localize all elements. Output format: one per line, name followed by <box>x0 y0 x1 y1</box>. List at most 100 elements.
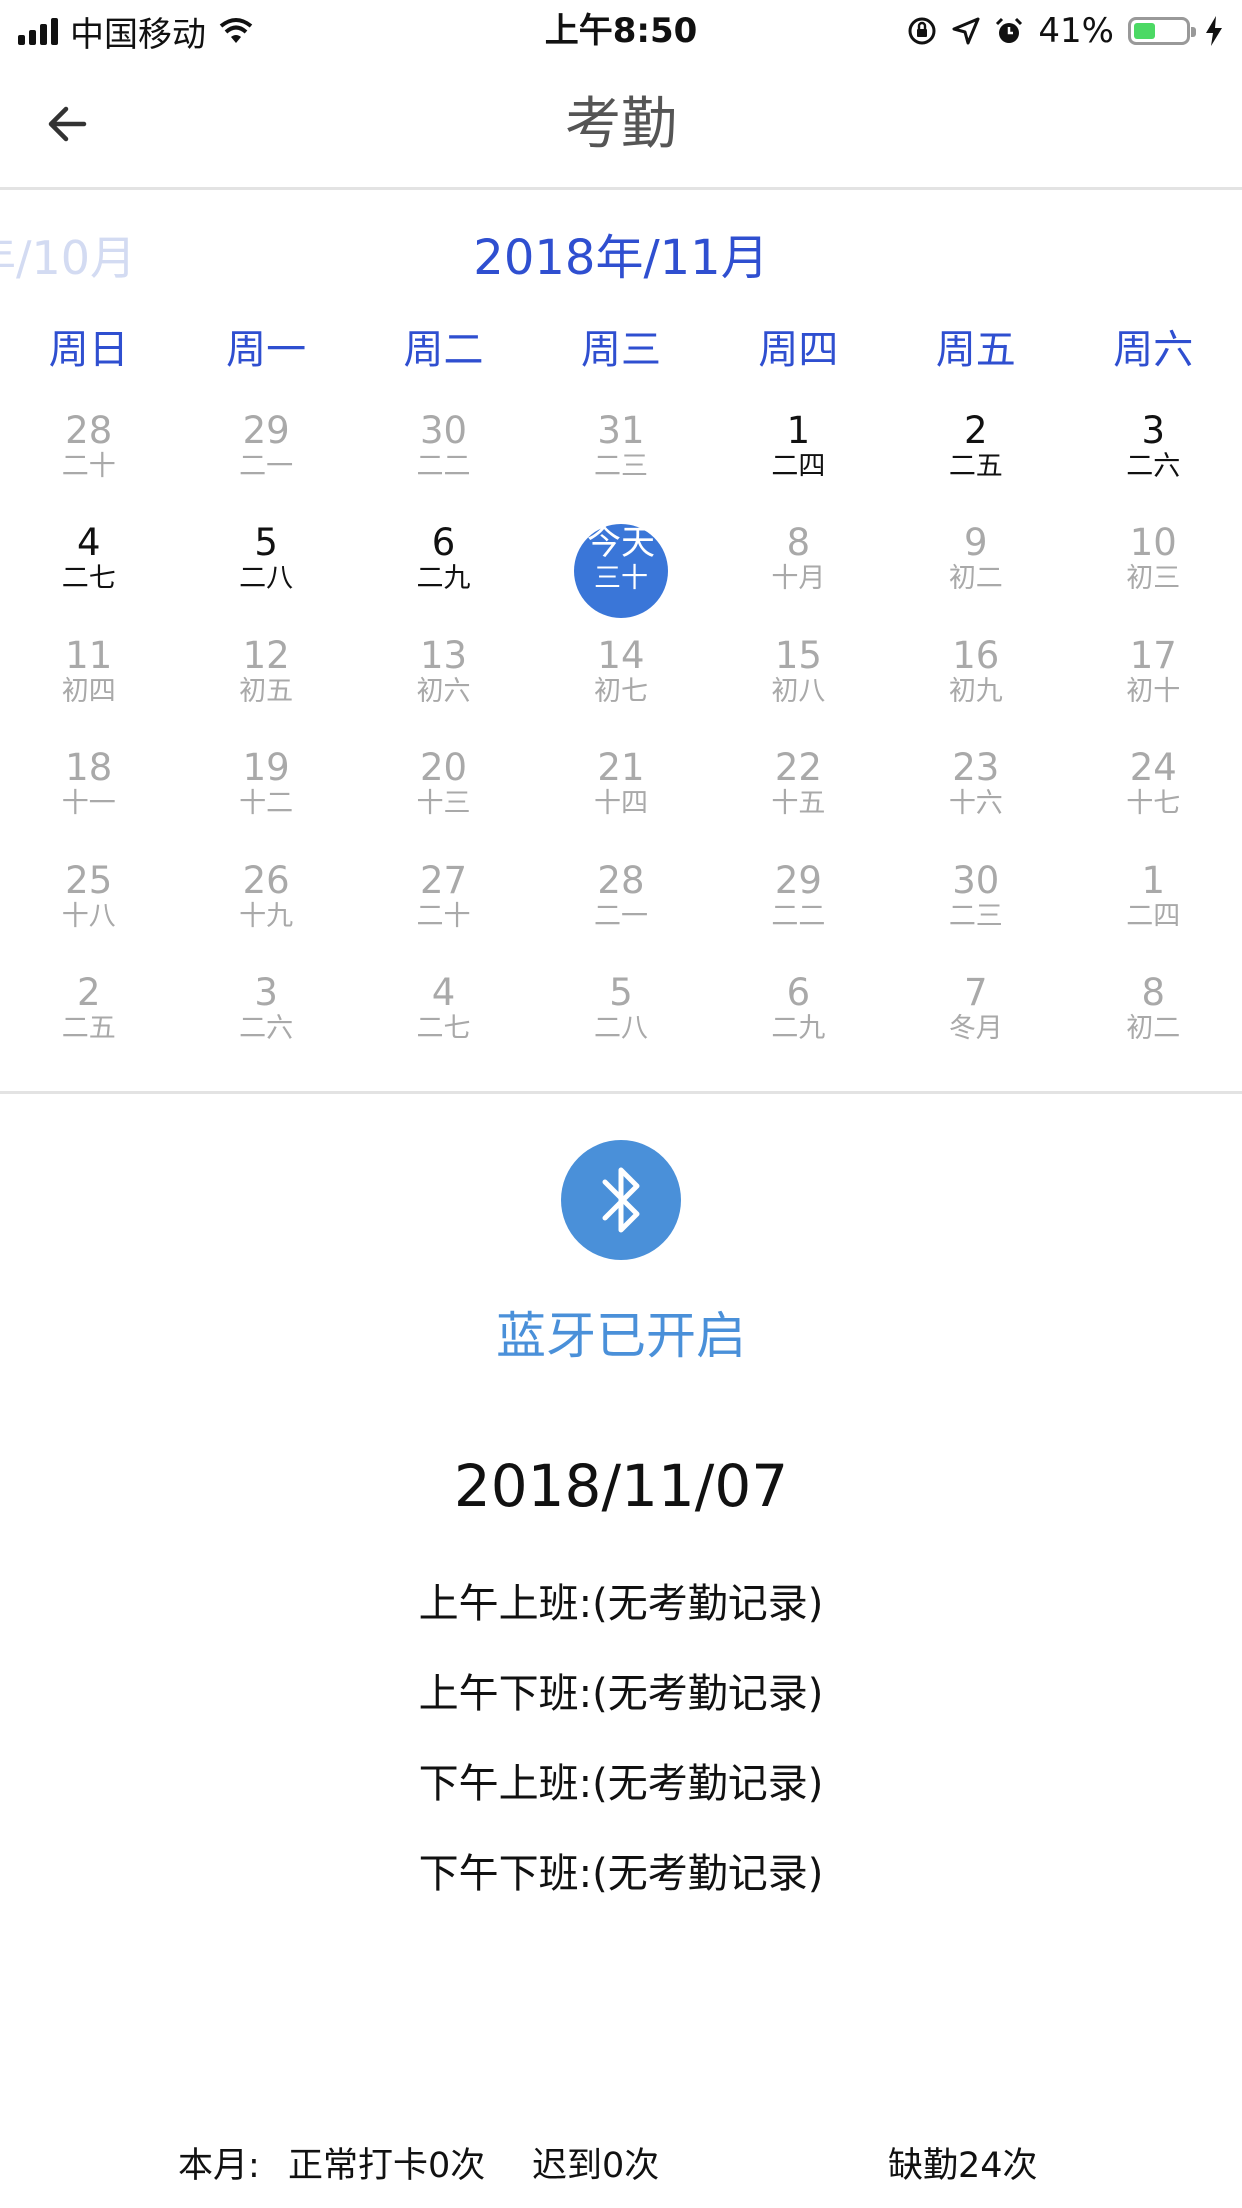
battery-percent: 41% <box>1038 11 1114 51</box>
calendar-day[interactable]: 19 十二 <box>177 737 354 849</box>
calendar-day-today[interactable]: 今天 三十 <box>532 512 709 624</box>
calendar-day[interactable]: 28 二一 <box>532 850 709 962</box>
record-pm-checkin: 下午上班:(无考勤记录) <box>418 1761 824 1807</box>
day-number: 30 <box>952 858 1000 902</box>
calendar-day[interactable]: 8 初二 <box>1065 962 1242 1074</box>
calendar-day[interactable]: 18 十一 <box>0 737 177 849</box>
calendar-day[interactable]: 30 二三 <box>887 850 1064 962</box>
calendar-day[interactable]: 14 初七 <box>532 625 709 737</box>
lunar-date: 十九 <box>239 900 294 932</box>
calendar-day[interactable]: 2 二五 <box>0 962 177 1074</box>
lunar-date: 初四 <box>61 675 116 707</box>
orientation-lock-icon <box>908 17 936 45</box>
calendar-day[interactable]: 5 二八 <box>532 962 709 1074</box>
day-number: 10 <box>1129 521 1177 565</box>
calendar-day[interactable]: 20 十三 <box>355 737 532 849</box>
lunar-date: 二六 <box>1126 451 1181 482</box>
calendar-day[interactable]: 12 初五 <box>177 625 354 737</box>
lunar-date: 二五 <box>948 451 1003 482</box>
lunar-date: 二七 <box>61 563 116 595</box>
calendar-day[interactable]: 22 十五 <box>710 737 887 849</box>
calendar-day[interactable]: 16 初九 <box>887 625 1064 737</box>
day-number: 16 <box>952 633 1000 677</box>
day-number: 5 <box>609 970 633 1014</box>
lunar-date: 初二 <box>948 563 1003 595</box>
calendar-day[interactable]: 3 二六 <box>177 962 354 1074</box>
day-number: 19 <box>242 746 290 790</box>
calendar-day[interactable]: 31 二三 <box>532 400 709 512</box>
day-number: 13 <box>420 633 468 677</box>
day-number: 14 <box>597 633 645 677</box>
divider <box>0 1091 1242 1094</box>
day-number: 5 <box>254 521 278 565</box>
day-number: 23 <box>952 746 1000 790</box>
day-number: 29 <box>242 409 290 452</box>
selected-date: 2018/11/07 <box>453 1452 789 1520</box>
calendar-day[interactable]: 21 十四 <box>532 737 709 849</box>
day-number: 6 <box>786 970 811 1014</box>
day-number: 20 <box>420 746 468 790</box>
lunar-date: 十四 <box>593 788 648 820</box>
day-number: 2 <box>76 970 101 1014</box>
lunar-date: 初五 <box>239 675 294 707</box>
calendar-day[interactable]: 6 二九 <box>710 962 887 1074</box>
calendar-day[interactable]: 17 初十 <box>1065 625 1242 737</box>
summary-label: 本月: <box>178 2146 260 2186</box>
day-number: 8 <box>786 521 811 565</box>
calendar-day[interactable]: 9 初二 <box>887 512 1064 624</box>
calendar-day[interactable]: 26 十九 <box>177 850 354 962</box>
day-number: 9 <box>964 521 988 565</box>
calendar-day[interactable]: 5 二八 <box>177 512 354 624</box>
calendar-day[interactable]: 4 二七 <box>0 512 177 624</box>
lunar-date: 二五 <box>61 1012 116 1044</box>
calendar-day[interactable]: 23 十六 <box>887 737 1064 849</box>
calendar-day[interactable]: 13 初六 <box>355 625 532 737</box>
lunar-date: 二四 <box>1126 900 1181 932</box>
calendar-day[interactable]: 29 二一 <box>177 400 354 512</box>
lunar-date: 三十 <box>593 563 648 595</box>
bluetooth-icon <box>602 1167 640 1233</box>
lunar-date: 十月 <box>771 563 826 595</box>
bluetooth-button[interactable] <box>561 1140 681 1260</box>
calendar-day[interactable]: 25 十八 <box>0 850 177 962</box>
record-pm-checkout: 下午下班:(无考勤记录) <box>418 1851 824 1897</box>
record-am-checkin: 上午上班:(无考勤记录) <box>418 1581 824 1627</box>
lunar-date: 二十 <box>61 451 116 482</box>
lunar-date: 二九 <box>416 563 471 595</box>
weekday-label: 周二 <box>403 327 484 373</box>
calendar-day[interactable]: 2 二五 <box>887 400 1064 512</box>
calendar-day[interactable]: 30 二二 <box>355 400 532 512</box>
calendar-day[interactable]: 1 二四 <box>710 400 887 512</box>
status-bar: 中国移动 上午8:50 41% <box>0 0 1242 62</box>
calendar-day[interactable]: 27 二十 <box>355 850 532 962</box>
attendance-records: 上午上班:(无考勤记录) 上午下班:(无考勤记录) 下午上班:(无考勤记录) 下… <box>0 1572 1242 1932</box>
calendar-day[interactable]: 11 初四 <box>0 625 177 737</box>
lunar-date: 十二 <box>239 788 294 820</box>
day-number: 29 <box>774 858 822 902</box>
bluetooth-status: 蓝牙已开启 <box>496 1307 746 1365</box>
lunar-date: 十三 <box>416 788 471 820</box>
weekday-label: 周六 <box>1113 327 1194 373</box>
calendar-day[interactable]: 6 二九 <box>355 512 532 624</box>
lunar-date: 二三 <box>593 451 648 482</box>
day-number: 11 <box>65 633 113 677</box>
calendar-day[interactable]: 28 二十 <box>0 400 177 512</box>
calendar-day[interactable]: 4 二七 <box>355 962 532 1074</box>
lunar-date: 二九 <box>771 1012 826 1044</box>
calendar-day[interactable]: 10 初三 <box>1065 512 1242 624</box>
weekday-label: 周五 <box>935 327 1016 373</box>
lunar-date: 十一 <box>61 788 116 820</box>
calendar-day[interactable]: 29 二二 <box>710 850 887 962</box>
day-number: 3 <box>1141 409 1166 452</box>
calendar-day[interactable]: 7 冬月 <box>887 962 1064 1074</box>
calendar-day[interactable]: 24 十七 <box>1065 737 1242 849</box>
lunar-date: 二十 <box>416 900 471 932</box>
calendar-day[interactable]: 3 二六 <box>1065 400 1242 512</box>
calendar-day[interactable]: 15 初八 <box>710 625 887 737</box>
calendar-day[interactable]: 8 十月 <box>710 512 887 624</box>
calendar-day[interactable]: 1 二四 <box>1065 850 1242 962</box>
day-number: 30 <box>420 409 468 452</box>
alarm-icon <box>996 17 1023 43</box>
battery-icon <box>1128 17 1196 45</box>
charging-icon <box>1206 16 1222 46</box>
